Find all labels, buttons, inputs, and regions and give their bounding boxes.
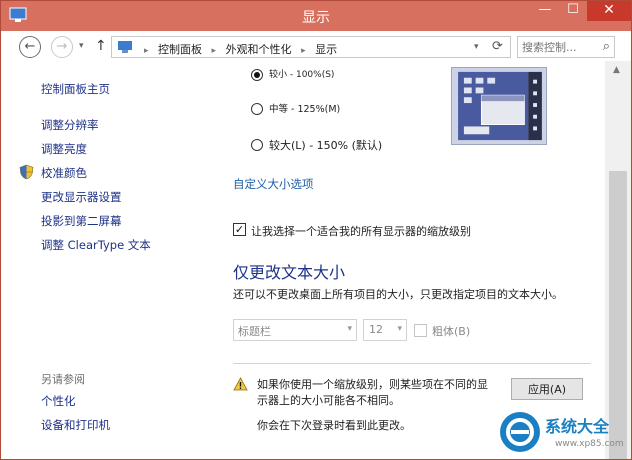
- single-scale-checkbox-label[interactable]: 让我选择一个适合我的所有显示器的缩放级别: [251, 223, 471, 239]
- bold-checkbox-label[interactable]: 粗体(B): [432, 323, 470, 339]
- sidebar-item-control-panel-home[interactable]: 控制面板主页: [41, 81, 110, 97]
- display-preview-image: [451, 67, 547, 145]
- scale-medium-radio[interactable]: [251, 103, 263, 115]
- sidebar-item-adjust-cleartype[interactable]: 调整 ClearType 文本: [41, 237, 151, 253]
- watermark-url: www.xp85.com: [555, 439, 624, 449]
- scale-larger-radio[interactable]: [251, 139, 263, 151]
- maximize-button[interactable]: ☐: [559, 1, 587, 21]
- title-bar: 显示 — ☐ ✕: [1, 1, 631, 31]
- see-also-heading: 另请参阅: [41, 373, 85, 386]
- search-input[interactable]: [522, 39, 596, 55]
- text-size-description: 还可以不更改桌面上所有项目的大小，只更改指定项目的文本大小。: [233, 288, 563, 301]
- recent-locations-dropdown-icon[interactable]: ▾: [79, 41, 84, 51]
- breadcrumb: ▸ 控制面板 ▸ 外观和个性化 ▸ 显示: [138, 41, 337, 57]
- scale-smaller-radio[interactable]: [251, 69, 263, 81]
- font-size-select-value: 12: [369, 323, 383, 336]
- breadcrumb-item[interactable]: 显示: [315, 43, 337, 56]
- address-history-dropdown-icon[interactable]: ▾: [474, 42, 479, 52]
- refresh-icon[interactable]: ⟳: [492, 39, 503, 54]
- scale-larger-label[interactable]: 较大(L) - 150% (默认): [269, 137, 382, 153]
- search-box[interactable]: ⌕: [517, 36, 615, 58]
- text-size-heading: 仅更改文本大小: [233, 263, 346, 282]
- site-watermark: 系统大全 www.xp85.com: [499, 409, 631, 459]
- scaling-warning-text: 如果你使用一个缩放级别，则某些项在不同的显示器上的大小可能各不相同。: [257, 378, 488, 407]
- minimize-button[interactable]: —: [531, 1, 559, 21]
- chevron-down-icon: ▾: [397, 324, 402, 334]
- control-panel-icon: [118, 41, 132, 53]
- sidebar-item-adjust-resolution[interactable]: 调整分辨率: [41, 117, 99, 133]
- text-item-select-value: 标题栏: [238, 325, 271, 338]
- scroll-up-icon[interactable]: ▲: [613, 65, 620, 75]
- forward-button[interactable]: →: [51, 36, 73, 58]
- vertical-scrollbar[interactable]: ▲: [605, 61, 631, 459]
- breadcrumb-item[interactable]: 外观和个性化: [226, 43, 292, 56]
- sidebar-item-change-display-settings[interactable]: 更改显示器设置: [41, 189, 122, 205]
- see-also-personalization[interactable]: 个性化: [41, 393, 76, 409]
- font-size-select[interactable]: 12 ▾: [363, 319, 407, 341]
- see-also-devices-printers[interactable]: 设备和打印机: [41, 417, 110, 433]
- sidebar-item-adjust-brightness[interactable]: 调整亮度: [41, 141, 87, 157]
- close-button[interactable]: ✕: [587, 1, 631, 21]
- scale-smaller-label[interactable]: 较小 - 100%(S): [269, 67, 334, 80]
- watermark-text: 系统大全: [545, 417, 610, 436]
- text-item-select[interactable]: 标题栏 ▾: [233, 319, 357, 341]
- section-divider: [233, 363, 591, 364]
- breadcrumb-separator-icon: ▸: [211, 46, 217, 56]
- up-button[interactable]: ↑: [95, 38, 107, 54]
- sidebar-item-project-second-screen[interactable]: 投影到第二屏幕: [41, 213, 122, 229]
- custom-size-options-link[interactable]: 自定义大小选项: [233, 176, 314, 192]
- breadcrumb-item[interactable]: 控制面板: [158, 43, 202, 56]
- single-scale-checkbox[interactable]: ✓: [233, 223, 246, 236]
- sidebar-item-calibrate-color[interactable]: 校准颜色: [41, 165, 87, 181]
- relogin-note: 你会在下次登录时看到此更改。: [257, 419, 411, 432]
- breadcrumb-separator-icon: ▸: [301, 46, 306, 56]
- chevron-down-icon: ▾: [347, 324, 352, 334]
- main-content: 较小 - 100%(S) 中等 - 125%(M) 较大(L) - 150% (…: [221, 61, 605, 459]
- bold-checkbox[interactable]: [414, 324, 427, 337]
- apply-button[interactable]: 应用(A): [511, 378, 583, 400]
- breadcrumb-separator-icon: ▸: [144, 46, 149, 56]
- search-icon[interactable]: ⌕: [603, 39, 610, 54]
- back-button[interactable]: ←: [19, 36, 41, 58]
- navigation-bar: ← → ▾ ↑ ▸ 控制面板 ▸ 外观和个性化 ▸ 显示 ▾ ⟳ ⌕: [1, 31, 631, 61]
- address-bar[interactable]: ▸ 控制面板 ▸ 外观和个性化 ▸ 显示 ▾ ⟳: [111, 36, 511, 58]
- uac-shield-icon: [19, 164, 34, 180]
- sidebar: 控制面板主页 调整分辨率 调整亮度 校准颜色 更改显示器设置 投影到第二屏幕 调…: [1, 61, 221, 459]
- watermark-logo: [500, 412, 540, 452]
- warning-icon: [233, 377, 248, 391]
- display-window: 显示 — ☐ ✕ ← → ▾ ↑ ▸ 控制面板 ▸ 外观和个性化 ▸ 显示 ▾ …: [0, 0, 632, 460]
- scale-medium-label[interactable]: 中等 - 125%(M): [269, 101, 340, 115]
